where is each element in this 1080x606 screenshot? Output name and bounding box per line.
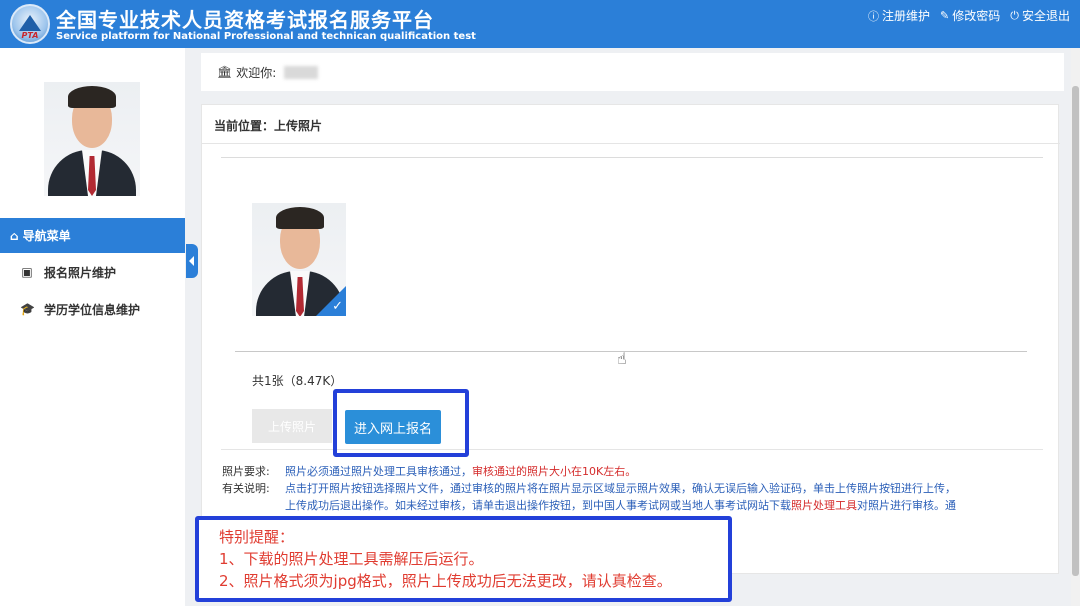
sidebar: ⌂ 导航菜单 ▣ 报名照片维护 🎓 学历学位信息维护 xyxy=(0,48,185,606)
nav-menu-label: 导航菜单 xyxy=(22,229,71,243)
photo-count: 共1张（8.47K） xyxy=(252,374,343,388)
top-header: PTA 全国专业技术人员资格考试报名服务平台 Service platform … xyxy=(0,0,1080,48)
upload-photo-button[interactable]: 上传照片 xyxy=(252,409,332,443)
chevron-left-icon xyxy=(189,256,194,266)
power-icon: ⏻ xyxy=(1010,8,1019,22)
change-password-link[interactable]: ✎ 修改密码 xyxy=(940,7,1000,24)
scrollbar-thumb[interactable] xyxy=(1072,86,1079,576)
change-password-label: 修改密码 xyxy=(952,9,1001,23)
sidebar-item-photo-maintain[interactable]: ▣ 报名照片维护 xyxy=(0,254,185,290)
note-line-2: 上传成功后退出操作。如未经过审核，请单击退出操作按钮，到中国人事考试网或当地人事… xyxy=(285,499,956,512)
welcome-bar: 🏛 欢迎你: xyxy=(201,53,1064,91)
image-icon: ▣ xyxy=(21,265,33,279)
welcome-label: 欢迎你: xyxy=(236,65,277,80)
pta-logo-icon: PTA xyxy=(10,4,50,44)
reminder-line-2: 2、照片格式须为jpg格式，照片上传成功后无法更改，请认真检查。 xyxy=(219,572,672,590)
sidebar-item-label: 学历学位信息维护 xyxy=(44,302,141,317)
edit-icon: ✎ xyxy=(940,9,950,22)
special-reminder: 特别提醒： 1、下载的照片处理工具需解压后运行。 2、照片格式须为jpg格式，照… xyxy=(195,516,732,602)
logo-text: PTA xyxy=(21,31,39,40)
breadcrumb: 当前位置：上传照片 xyxy=(214,119,323,133)
sidebar-item-degree-maintain[interactable]: 🎓 学历学位信息维护 xyxy=(0,291,185,327)
requirement-text: 照片必须通过照片处理工具审核通过，审核通过的照片大小在10K左右。 xyxy=(285,465,637,478)
upload-photo-panel: 当前位置：上传照片 ✓ 共1张（8.47K） 上传照片 进入网上报名 照片要求:… xyxy=(201,104,1060,574)
graduation-cap-icon: 🎓 xyxy=(20,302,35,316)
register-maintain-link[interactable]: ⓘ 注册维护 xyxy=(868,7,930,24)
reminder-title: 特别提醒： xyxy=(219,528,295,546)
user-avatar xyxy=(44,82,140,196)
hand-cursor-icon: ☝ xyxy=(617,349,627,368)
requirement-label: 照片要求: xyxy=(222,465,270,478)
logout-link[interactable]: ⏻ 安全退出 xyxy=(1010,7,1070,24)
bank-icon: 🏛 xyxy=(217,65,233,79)
reminder-line-1: 1、下载的照片处理工具需解压后运行。 xyxy=(219,550,484,568)
note-line-1: 点击打开照片按钮选择照片文件，通过审核的照片将在照片显示区域显示照片效果，确认无… xyxy=(285,482,956,495)
user-name-blurred xyxy=(284,65,319,79)
photo-tool-link[interactable]: 照片处理工具 xyxy=(791,499,857,512)
highlight-box xyxy=(333,389,469,457)
checkmark-icon: ✓ xyxy=(332,299,343,314)
site-subtitle: Service platform for National Profession… xyxy=(56,31,476,42)
divider xyxy=(235,351,1027,352)
header-links: ⓘ 注册维护 ✎ 修改密码 ⏻ 安全退出 xyxy=(868,7,1070,24)
logout-label: 安全退出 xyxy=(1021,9,1070,23)
page-scrollbar[interactable] xyxy=(1071,48,1080,606)
sidebar-collapse-toggle[interactable] xyxy=(186,244,198,278)
sidebar-item-label: 报名照片维护 xyxy=(44,265,117,280)
home-icon: ⌂ xyxy=(10,228,19,243)
site-title: 全国专业技术人员资格考试报名服务平台 xyxy=(56,8,434,32)
uploaded-photo[interactable]: ✓ xyxy=(252,203,346,316)
divider xyxy=(202,143,1060,144)
divider xyxy=(221,157,1043,158)
nav-menu-header[interactable]: ⌂ 导航菜单 xyxy=(0,218,185,253)
note-label: 有关说明: xyxy=(222,482,270,495)
register-maintain-label: 注册维护 xyxy=(882,9,931,23)
info-icon: ⓘ xyxy=(868,9,880,23)
